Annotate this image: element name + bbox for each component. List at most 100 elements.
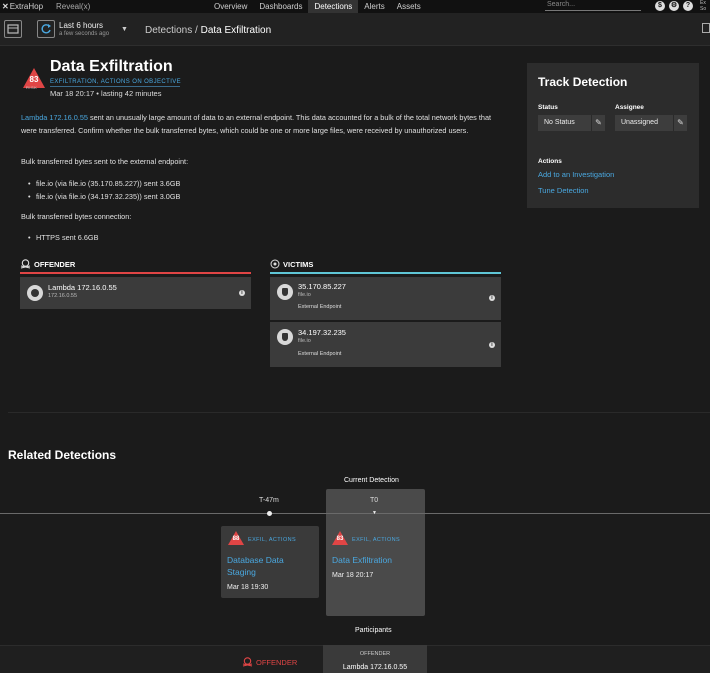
time-range-selector[interactable]: Last 6 hours a few seconds ago [59, 22, 109, 38]
export-icon[interactable] [702, 23, 710, 33]
dashboard-menu-icon[interactable] [4, 20, 22, 38]
current-detection-label: Current Detection [344, 477, 399, 484]
participant-role: OFFENDER [359, 651, 391, 657]
breadcrumb: Detections / Data Exfiltration [145, 25, 271, 36]
add-to-investigation-link[interactable]: Add to an Investigation [538, 170, 614, 179]
brand-name: ExtraHop [9, 2, 44, 11]
offender-name: Lambda 172.16.0.55 [48, 283, 117, 292]
assignee-dropdown[interactable]: Unassigned ✎ [615, 115, 687, 131]
dollar-icon[interactable]: $ [655, 1, 665, 11]
sub-bar: Last 6 hours a few seconds ago ▼ Detecti… [0, 13, 710, 46]
pencil-icon[interactable]: ✎ [591, 115, 605, 131]
info-icon[interactable]: i [489, 295, 495, 301]
detection-time: Mar 18 20:17 • lasting 42 minutes [50, 89, 161, 98]
time-range-sub: a few seconds ago [59, 31, 110, 37]
participant-offender-label: OFFENDER [242, 657, 297, 667]
nav-assets[interactable]: Assets [391, 0, 427, 13]
connection-heading: Bulk transferred bytes connection: [21, 212, 132, 221]
actions-label: Actions [538, 158, 562, 165]
track-detection-panel: Track Detection Status No Status ✎ Assig… [527, 63, 699, 208]
related-detection-card-current[interactable]: 83 EXFIL, ACTIONS Data Exfiltration Mar … [328, 526, 423, 588]
info-icon[interactable]: i [239, 290, 245, 296]
detection-description: Lambda 172.16.0.55 sent an unusually lar… [21, 112, 503, 138]
info-icon[interactable]: i [489, 342, 495, 348]
offender-card[interactable]: Lambda 172.16.0.55 172.16.0.55 i [20, 277, 251, 309]
victim-host: file.io [298, 338, 311, 344]
victims-heading: VICTIMS [270, 259, 313, 269]
user-line-2: So [700, 6, 707, 12]
user-menu[interactable]: Ex So [700, 0, 706, 12]
nav-dashboards[interactable]: Dashboards [253, 0, 308, 13]
breadcrumb-separator: / [195, 25, 198, 36]
product-name: Reveal(x) [56, 2, 91, 11]
victim-role: External Endpoint [298, 351, 342, 357]
connection-item: HTTPS sent 6.6GB [28, 233, 99, 242]
detection-categories[interactable]: EXFILTRATION, ACTIONS ON OBJECTIVE [50, 79, 181, 85]
extrahop-logo[interactable]: ✕ ExtraHop [0, 2, 56, 11]
offender-link[interactable]: Lambda 172.16.0.55 [21, 113, 88, 122]
timeline-tick-label: T-47m [259, 497, 279, 504]
main-nav: Overview Dashboards Detections Alerts As… [208, 0, 427, 13]
related-name[interactable]: Data Exfiltration [332, 554, 392, 566]
victims-accent-line [270, 272, 501, 274]
timeline-marker [267, 511, 272, 516]
current-marker-icon: ▼ [372, 510, 377, 516]
nav-detections[interactable]: Detections [308, 0, 359, 13]
pencil-icon[interactable]: ✎ [673, 115, 687, 131]
nav-alerts[interactable]: Alerts [358, 0, 390, 13]
top-nav: ✕ ExtraHop Reveal(x) Overview Dashboards… [0, 0, 710, 13]
target-icon [270, 259, 280, 269]
offender-heading-label: OFFENDER [34, 259, 76, 269]
victim-name: 35.170.85.227 [298, 282, 346, 291]
timeline-axis [0, 513, 710, 514]
participants-label: Participants [355, 627, 392, 634]
related-date: Mar 18 19:30 [227, 584, 269, 591]
shield-icon [277, 329, 293, 345]
device-icon [27, 285, 43, 301]
risk-label: RISK [26, 85, 38, 90]
related-name-line: Database Data [227, 555, 284, 565]
victims-heading-label: VICTIMS [283, 259, 314, 269]
participant-name: Lambda 172.16.0.55 [342, 664, 408, 671]
tune-detection-link[interactable]: Tune Detection [538, 186, 589, 195]
shield-icon [277, 284, 293, 300]
track-title: Track Detection [538, 75, 628, 89]
related-detection-card[interactable]: 88 EXFIL, ACTIONS Database Data Staging … [221, 526, 319, 598]
status-dropdown[interactable]: No Status ✎ [538, 115, 605, 131]
victim-card[interactable]: 35.170.85.227 file.io External Endpoint … [270, 277, 501, 320]
assignee-value: Unassigned [621, 119, 658, 126]
related-date: Mar 18 20:17 [332, 572, 374, 579]
victim-name: 34.197.32.235 [298, 328, 346, 337]
sent-heading: Bulk transferred bytes sent to the exter… [21, 157, 189, 166]
breadcrumb-current: Data Exfiltration [200, 25, 272, 36]
offender-ip: 172.16.0.55 [48, 293, 78, 299]
skull-icon [20, 259, 31, 269]
related-category: EXFIL, ACTIONS [248, 537, 297, 543]
participant-card[interactable]: OFFENDER Lambda 172.16.0.55 [323, 645, 427, 673]
chevron-down-icon[interactable]: ▼ [121, 26, 128, 33]
related-name-line: Staging [227, 567, 256, 577]
logo-mark-icon: ✕ [2, 2, 9, 11]
related-name-line: Data Exfiltration [332, 555, 392, 565]
global-search-input[interactable]: Search... [545, 1, 641, 11]
help-icon[interactable]: ? [683, 1, 693, 11]
sent-item: file.io (via file.io (35.170.85.227)) se… [28, 179, 180, 188]
status-value: No Status [544, 119, 575, 126]
time-range-label: Last 6 hours [59, 21, 104, 30]
detection-duration: lasting 42 minutes [101, 89, 162, 98]
related-name[interactable]: Database Data Staging [227, 554, 284, 578]
related-risk-score: 83 [336, 536, 344, 542]
sent-item: file.io (via file.io (34.197.32.235)) se… [28, 192, 180, 201]
offender-heading: OFFENDER [20, 259, 75, 269]
time-separator: • [96, 89, 99, 98]
timeline-tick-label: T0 [370, 497, 379, 504]
refresh-icon[interactable] [37, 20, 55, 38]
breadcrumb-detections[interactable]: Detections [145, 25, 192, 36]
victim-role: External Endpoint [298, 304, 342, 310]
categories-underline [50, 86, 180, 87]
victim-card[interactable]: 34.197.32.235 file.io External Endpoint … [270, 322, 501, 367]
settings-gear-icon[interactable]: ⚙ [669, 1, 679, 11]
offender-accent-line [20, 272, 251, 274]
nav-overview[interactable]: Overview [208, 0, 253, 13]
related-detections-title: Related Detections [8, 448, 117, 462]
